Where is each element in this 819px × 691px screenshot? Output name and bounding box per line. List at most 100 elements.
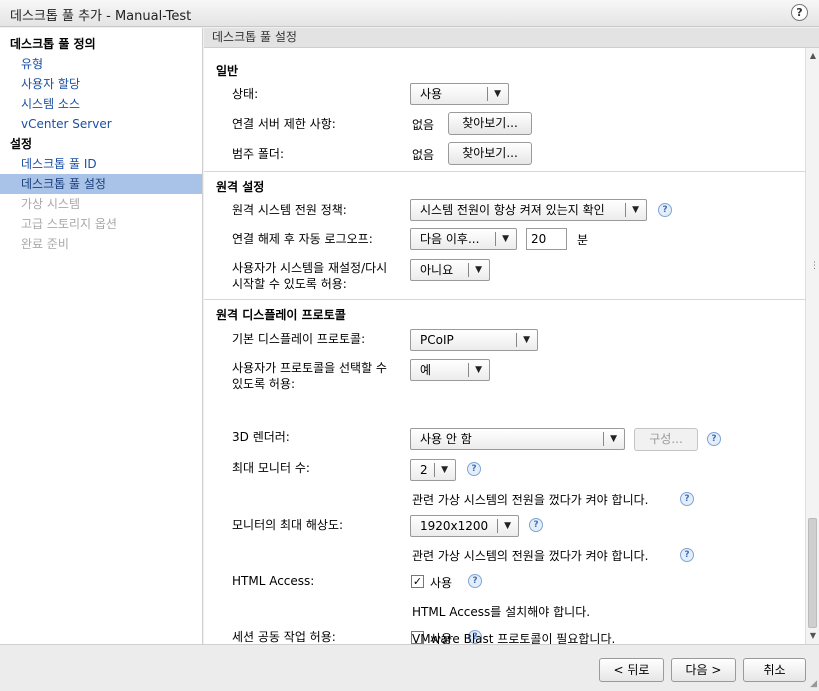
3d-renderer-value: 사용 안 함: [420, 432, 472, 446]
section-remote-title: 원격 설정: [216, 180, 265, 194]
power-policy-help-icon[interactable]: ?: [658, 203, 672, 217]
html-access-use-label: 사용: [430, 576, 453, 590]
minutes-unit-label: 분: [577, 233, 589, 247]
connection-server-value: 없음: [412, 118, 435, 132]
power-policy-label: 원격 시스템 전원 정책:: [232, 203, 347, 217]
vertical-scrollbar[interactable]: ▲ ▼: [805, 48, 819, 644]
3d-renderer-label: 3D 렌더러:: [232, 430, 290, 444]
browse-category-folder-button[interactable]: 찾아보기...: [448, 142, 532, 165]
sidebar-item-vcenter-server[interactable]: vCenter Server: [0, 114, 202, 134]
chevron-down-icon: ▼: [632, 205, 639, 215]
chevron-down-icon: ▼: [475, 265, 482, 275]
help-icon[interactable]: ?: [791, 4, 808, 21]
scroll-up-icon[interactable]: ▲: [807, 50, 819, 62]
category-folder-value: 없음: [412, 148, 435, 162]
default-protocol-value: PCoIP: [420, 333, 454, 347]
chevron-down-icon: ▼: [610, 434, 617, 444]
auto-logoff-value: 다음 이후...: [420, 232, 480, 246]
dropdown-separator: [468, 363, 469, 377]
dropdown-separator: [487, 87, 488, 101]
window-resize-grip-icon[interactable]: ◢: [810, 679, 817, 689]
max-resolution-dropdown[interactable]: 1920x1200 ▼: [410, 515, 519, 537]
title-bar: 데스크톱 풀 추가 - Manual-Test ?: [0, 0, 819, 27]
dropdown-separator: [495, 232, 496, 246]
sidebar-item-type[interactable]: 유형: [0, 54, 202, 74]
html-access-help-icon[interactable]: ?: [468, 574, 482, 588]
next-button[interactable]: 다음 >: [671, 658, 736, 682]
max-monitors-label: 최대 모니터 수:: [232, 461, 310, 475]
auto-logoff-minutes-input[interactable]: [526, 228, 567, 250]
window-title: 데스크톱 풀 추가 - Manual-Test: [10, 9, 192, 24]
browse-connection-server-button[interactable]: 찾아보기...: [448, 112, 532, 135]
wizard-sidebar: 데스크톱 풀 정의 유형 사용자 할당 시스템 소스 vCenter Serve…: [0, 28, 203, 644]
allow-protocol-choice-label-line1: 사용자가 프로토콜을 선택할 수: [232, 361, 387, 375]
scroll-thumb[interactable]: [808, 518, 817, 628]
html-access-note: HTML Access를 설치해야 합니다.: [412, 605, 591, 619]
max-monitors-value: 2: [420, 463, 428, 477]
panel-header: 데스크톱 풀 설정: [204, 28, 819, 48]
power-cycle-help-icon-2[interactable]: ?: [680, 548, 694, 562]
sidebar-item-pool-id[interactable]: 데스크톱 풀 ID: [0, 154, 202, 174]
max-monitors-dropdown[interactable]: 2 ▼: [410, 459, 456, 481]
chevron-down-icon: ▼: [504, 521, 511, 531]
power-policy-dropdown[interactable]: 시스템 전원이 항상 켜져 있는지 확인 ▼: [410, 199, 647, 221]
allow-reset-dropdown[interactable]: 아니요 ▼: [410, 259, 490, 281]
power-policy-value: 시스템 전원이 항상 켜져 있는지 확인: [420, 203, 605, 217]
chevron-down-icon: ▼: [494, 89, 501, 99]
dropdown-separator: [468, 263, 469, 277]
dropdown-separator: [625, 203, 626, 217]
sidebar-section-settings: 설정: [10, 137, 33, 151]
configure-renderer-button: 구성...: [634, 428, 698, 451]
settings-panel: 데스크톱 풀 설정 일반 상태: 사용 ▼ 연결 서버 제한 사항: 없음 찾아…: [204, 28, 819, 644]
dropdown-separator: [603, 432, 604, 446]
auto-logoff-dropdown[interactable]: 다음 이후... ▼: [410, 228, 517, 250]
power-cycle-note-1: 관련 가상 시스템의 전원을 껐다가 켜야 합니다.: [412, 493, 649, 507]
sidebar-item-pool-settings[interactable]: 데스크톱 풀 설정: [0, 174, 202, 194]
sidebar-item-ready-to-complete: 완료 준비: [21, 237, 69, 251]
max-resolution-help-icon[interactable]: ?: [529, 518, 543, 532]
sidebar-item-virtual-machines: 가상 시스템: [21, 197, 81, 211]
chevron-down-icon: ▼: [441, 465, 448, 475]
allow-reset-label-line1: 사용자가 시스템을 재설정/다시: [232, 261, 388, 275]
wizard-footer: < 뒤로 다음 > 취소 ◢: [0, 644, 819, 691]
state-dropdown-value: 사용: [420, 87, 443, 101]
section-divider: [204, 171, 805, 172]
section-protocol-title: 원격 디스플레이 프로토콜: [216, 308, 346, 322]
chevron-down-icon: ▼: [523, 335, 530, 345]
auto-logoff-label: 연결 해제 후 자동 로그오프:: [232, 232, 373, 246]
power-cycle-help-icon[interactable]: ?: [680, 492, 694, 506]
section-divider: [204, 299, 805, 300]
sidebar-item-user-assignment[interactable]: 사용자 할당: [0, 74, 202, 94]
scroll-down-icon[interactable]: ▼: [807, 630, 819, 642]
allow-protocol-choice-dropdown[interactable]: 예 ▼: [410, 359, 490, 381]
back-button[interactable]: < 뒤로: [599, 658, 664, 682]
state-label: 상태:: [232, 87, 259, 101]
session-collaboration-label: 세션 공동 작업 허용:: [232, 630, 336, 644]
max-resolution-label: 모니터의 최대 해상도:: [232, 518, 344, 532]
dropdown-separator: [497, 519, 498, 533]
sidebar-item-advanced-storage: 고급 스토리지 옵션: [21, 217, 117, 231]
max-monitors-help-icon[interactable]: ?: [467, 462, 481, 476]
cancel-button[interactable]: 취소: [743, 658, 806, 682]
allow-reset-label-line2: 시작할 수 있도록 허용:: [232, 277, 347, 291]
3d-renderer-dropdown[interactable]: 사용 안 함 ▼: [410, 428, 625, 450]
3d-renderer-help-icon[interactable]: ?: [707, 432, 721, 446]
html-access-checkbox[interactable]: ✓: [411, 575, 424, 588]
dropdown-separator: [516, 333, 517, 347]
max-resolution-value: 1920x1200: [420, 519, 489, 533]
settings-form: 일반 상태: 사용 ▼ 연결 서버 제한 사항: 없음 찾아보기... 범주 폴…: [204, 48, 805, 644]
allow-reset-value: 아니요: [420, 263, 454, 277]
panel-resize-grip-icon[interactable]: ⋮: [810, 262, 819, 271]
allow-protocol-choice-label-line2: 있도록 허용:: [232, 377, 296, 391]
allow-protocol-choice-value: 예: [420, 363, 432, 377]
state-dropdown[interactable]: 사용 ▼: [410, 83, 509, 105]
sidebar-item-machine-source[interactable]: 시스템 소스: [0, 94, 202, 114]
section-general-title: 일반: [216, 64, 239, 78]
default-protocol-dropdown[interactable]: PCoIP ▼: [410, 329, 538, 351]
category-folder-label: 범주 폴더:: [232, 147, 285, 161]
connection-server-label: 연결 서버 제한 사항:: [232, 117, 336, 131]
html-access-label: HTML Access:: [232, 574, 315, 588]
dropdown-separator: [434, 463, 435, 477]
default-protocol-label: 기본 디스플레이 프로토콜:: [232, 332, 366, 346]
chevron-down-icon: ▼: [475, 365, 482, 375]
